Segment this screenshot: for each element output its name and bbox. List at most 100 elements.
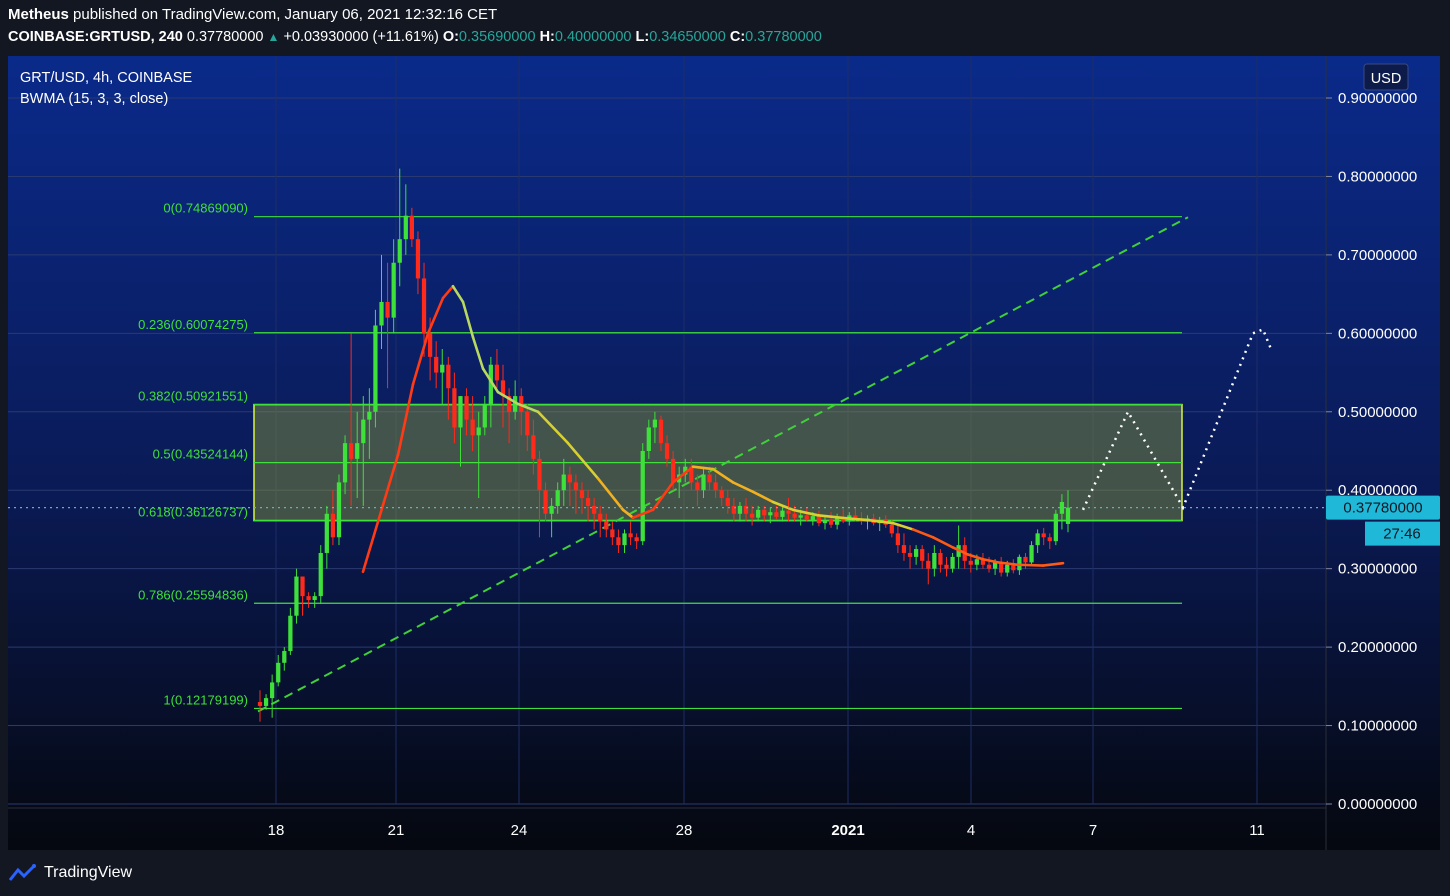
legend-indicator[interactable]: BWMA (15, 3, 3, close) bbox=[20, 91, 168, 107]
candle-body bbox=[749, 513, 755, 518]
price-chart[interactable]: 0(0.74869090) 0.236(0.60074275) 0.382(0.50… bbox=[8, 56, 1440, 850]
candle-body bbox=[780, 510, 785, 517]
y-tick-label: 0.80000000 bbox=[1338, 168, 1417, 185]
candle-body bbox=[804, 515, 809, 521]
symbol-label: COINBASE:GRTUSD, 240 bbox=[8, 29, 183, 45]
y-tick-label: 0.60000000 bbox=[1338, 325, 1417, 342]
candle-body bbox=[1035, 533, 1040, 546]
candle-body bbox=[494, 364, 500, 381]
published-text: published on TradingView.com, January 06… bbox=[73, 6, 498, 23]
candle-body bbox=[950, 556, 955, 569]
candle-body bbox=[974, 559, 979, 565]
y-tick-label: 0.50000000 bbox=[1338, 404, 1417, 421]
y-tick-label: 0.30000000 bbox=[1338, 561, 1417, 578]
fib-label: 0.236(0.60074275) bbox=[138, 317, 248, 332]
publish-info: Metheus published on TradingView.com, Ja… bbox=[8, 6, 497, 23]
footer-brand[interactable]: TradingView bbox=[8, 860, 132, 886]
candle-body bbox=[379, 301, 384, 326]
candle-body bbox=[391, 262, 396, 318]
currency-button[interactable]: USD bbox=[1363, 63, 1409, 91]
fib-label: 1(0.12179199) bbox=[163, 692, 248, 707]
fib-label: 0(0.74869090) bbox=[163, 201, 248, 216]
tradingview-logo-icon bbox=[8, 864, 36, 881]
change-value: +0.03930000 (+11.61%) bbox=[283, 29, 439, 45]
x-tick-label: 2021 bbox=[831, 822, 864, 839]
candle-body bbox=[470, 419, 475, 436]
last-price: 0.37780000 bbox=[186, 29, 264, 45]
candle-body bbox=[282, 651, 287, 663]
candle-body bbox=[828, 520, 834, 525]
candle-body bbox=[349, 443, 354, 459]
candle-body bbox=[707, 474, 712, 483]
candle-body bbox=[932, 552, 937, 569]
close-value: 0.37780000 bbox=[745, 29, 822, 45]
candle-body bbox=[938, 552, 943, 565]
last-price-tag: 0.37780000 bbox=[1326, 495, 1440, 520]
fib-label: 0.5(0.43524144) bbox=[153, 447, 248, 462]
candle-body bbox=[421, 278, 427, 334]
candle-body bbox=[634, 537, 639, 542]
open-label: O: bbox=[442, 29, 459, 45]
legend-title: GRT/USD, 4h, COINBASE bbox=[20, 70, 192, 86]
candle-body bbox=[276, 662, 281, 683]
y-tick-label: 0.70000000 bbox=[1338, 247, 1417, 264]
candle-body bbox=[361, 419, 366, 444]
candle-body bbox=[1041, 533, 1046, 538]
x-tick-label: 11 bbox=[1249, 822, 1265, 839]
x-tick-label: 18 bbox=[268, 822, 285, 839]
candle-body bbox=[525, 411, 530, 436]
fib-label: 0.382(0.50921551) bbox=[138, 389, 248, 404]
y-tick-label: 0.20000000 bbox=[1338, 639, 1417, 656]
candle-body bbox=[646, 427, 651, 451]
candle-body bbox=[1029, 545, 1034, 563]
candle bbox=[373, 309, 378, 428]
candle-body bbox=[725, 498, 730, 506]
last-price-tag-value: 0.37780000 bbox=[1343, 500, 1422, 517]
x-tick-label: 28 bbox=[676, 822, 693, 839]
candle-body bbox=[756, 509, 761, 518]
x-tick-label: 24 bbox=[511, 822, 528, 839]
candle-body bbox=[434, 356, 439, 373]
candle-body bbox=[373, 325, 378, 412]
candle-body bbox=[397, 239, 402, 263]
candle-body bbox=[610, 529, 615, 538]
candle-body bbox=[798, 515, 803, 518]
candle-body bbox=[288, 615, 293, 652]
candle-body bbox=[543, 490, 548, 514]
candle-body bbox=[1065, 507, 1071, 524]
candle-body bbox=[628, 533, 633, 538]
candle-body bbox=[986, 564, 992, 569]
candle-body bbox=[537, 458, 542, 491]
candle-body bbox=[300, 576, 305, 597]
candle bbox=[1053, 509, 1058, 546]
candle-body bbox=[555, 490, 560, 506]
candle-body bbox=[342, 443, 348, 483]
candle-body bbox=[1059, 501, 1065, 514]
candle-body bbox=[336, 482, 342, 538]
high-label: H: bbox=[539, 29, 555, 45]
candle-body bbox=[1047, 537, 1052, 542]
candle-body bbox=[270, 682, 275, 699]
x-tick-label: 4 bbox=[967, 822, 975, 839]
candle-body bbox=[907, 552, 913, 557]
candle-body bbox=[446, 364, 451, 389]
countdown-tag: 27:46 bbox=[1365, 521, 1440, 546]
fib-label: 0.618(0.36126737) bbox=[138, 505, 248, 520]
candle-body bbox=[330, 513, 336, 538]
candle-body bbox=[926, 560, 931, 569]
candle-body bbox=[944, 564, 949, 569]
low-value: 0.34650000 bbox=[649, 29, 726, 45]
candle bbox=[294, 568, 299, 624]
candle-body bbox=[318, 552, 323, 597]
candle-body bbox=[670, 458, 676, 483]
candle-body bbox=[464, 396, 469, 420]
candle-body bbox=[482, 403, 487, 428]
candle-body bbox=[458, 396, 463, 428]
candle-body bbox=[440, 364, 445, 373]
author-name[interactable]: Metheus bbox=[8, 6, 69, 23]
candle-body bbox=[604, 521, 609, 530]
candle-body bbox=[901, 545, 907, 553]
bwma-segment bbox=[1016, 563, 1045, 567]
low-label: L: bbox=[635, 29, 650, 45]
x-tick-label: 21 bbox=[388, 822, 405, 839]
